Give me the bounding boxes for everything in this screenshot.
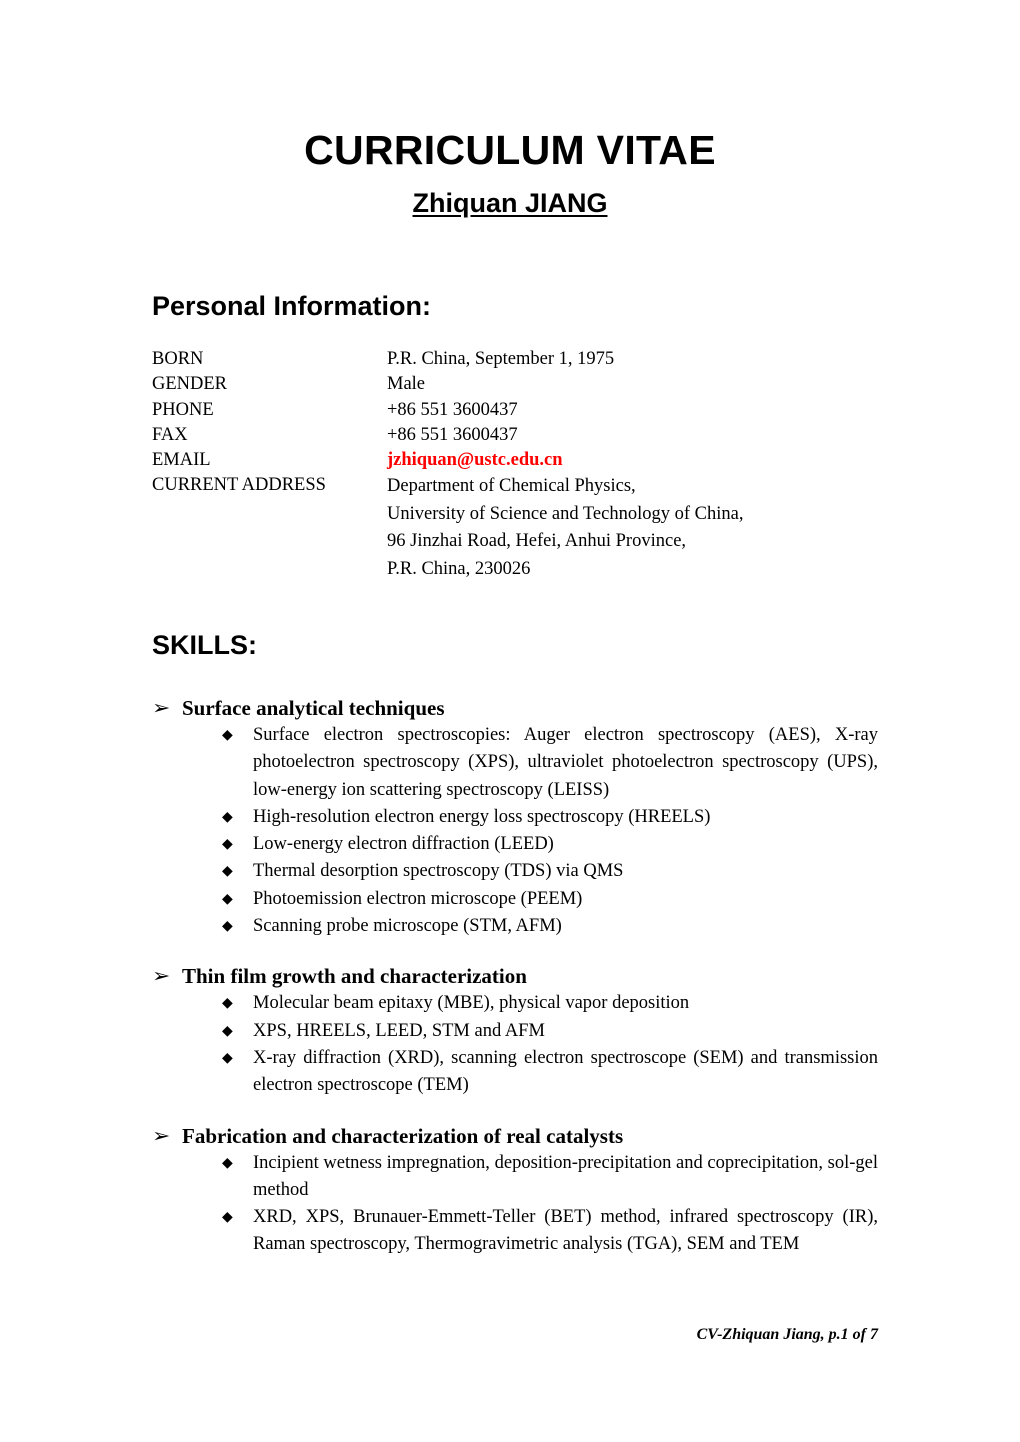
diamond-bullet-icon: ◆ [222, 995, 233, 1012]
list-item: ◆ Incipient wetness impregnation, deposi… [222, 1150, 878, 1205]
diamond-bullet-icon: ◆ [222, 863, 233, 880]
info-value-gender: Male [387, 374, 426, 395]
address-line: 96 Jinzhai Road, Hefei, Anhui Province, [387, 531, 687, 552]
skill-item-text: High-resolution electron energy loss spe… [253, 806, 711, 827]
info-label-current-address: CURRENT ADDRESS [152, 475, 326, 496]
cv-page: CURRICULUM VITAE Zhiquan JIANG Personal … [0, 0, 1020, 1442]
address-line: Department of Chemical Physics, [387, 476, 636, 497]
skill-group-heading: ➢ Surface analytical techniques [152, 694, 1020, 722]
list-item: ◆ XPS, HREELS, LEED, STM and AFM [222, 1018, 878, 1045]
info-value-current-address: Department of Chemical Physics, Universi… [387, 473, 852, 583]
skills-heading: SKILLS: [152, 630, 257, 660]
diamond-bullet-icon: ◆ [222, 1049, 233, 1066]
table-row: EMAIL jzhiquan@ustc.edu.cn [152, 448, 852, 473]
skill-item-text: X-ray diffraction (XRD), scanning electr… [253, 1047, 878, 1096]
list-item: ◆ Molecular beam epitaxy (MBE), physical… [222, 990, 878, 1017]
skill-item-list: ◆ Incipient wetness impregnation, deposi… [0, 1150, 1020, 1259]
arrow-bullet-icon: ➢ [152, 1124, 171, 1147]
list-item: ◆ Low-energy electron diffraction (LEED) [222, 831, 878, 858]
list-item: ◆ XRD, XPS, Brunauer-Emmett-Teller (BET)… [222, 1204, 878, 1259]
skill-item-text: Molecular beam epitaxy (MBE), physical v… [253, 993, 690, 1014]
personal-information-table: BORN P.R. China, September 1, 1975 GENDE… [152, 347, 852, 583]
email-address-link[interactable]: jzhiquan@ustc.edu.cn [387, 448, 852, 473]
address-line: P.R. China, 230026 [387, 558, 531, 579]
skill-group-label: Fabrication and characterization of real… [182, 1123, 624, 1148]
skill-item-text: Photoemission electron microscope (PEEM) [253, 888, 583, 909]
document-title: CURRICULUM VITAE [304, 127, 716, 173]
table-row: BORN P.R. China, September 1, 1975 [152, 347, 852, 372]
skill-item-text: Scanning probe microscope (STM, AFM) [253, 916, 562, 937]
diamond-bullet-icon: ◆ [222, 727, 233, 743]
list-item: ◆ Surface electron spectroscopies: Auger… [222, 722, 878, 804]
list-item: ◆ Photoemission electron microscope (PEE… [222, 886, 878, 913]
table-row: GENDER Male [152, 372, 852, 397]
info-label-email: EMAIL [152, 450, 211, 471]
list-item: ◆ Scanning probe microscope (STM, AFM) [222, 913, 878, 940]
skill-item-text: Surface electron spectroscopies: Auger e… [253, 725, 878, 800]
title-block: CURRICULUM VITAE Zhiquan JIANG [0, 126, 1020, 220]
diamond-bullet-icon: ◆ [222, 1022, 233, 1039]
info-label-gender: GENDER [152, 374, 228, 395]
skill-item-list: ◆ Molecular beam epitaxy (MBE), physical… [0, 990, 1020, 1099]
diamond-bullet-icon: ◆ [222, 836, 233, 853]
skill-group-label: Surface analytical techniques [182, 696, 445, 720]
list-item: ◆ X-ray diffraction (XRD), scanning elec… [222, 1045, 878, 1100]
info-value-fax: +86 551 3600437 [387, 424, 518, 445]
list-item: ◆ High-resolution electron energy loss s… [222, 804, 878, 831]
skill-item-text: XPS, HREELS, LEED, STM and AFM [253, 1020, 545, 1041]
info-label-born: BORN [152, 349, 204, 369]
info-value-phone: +86 551 3600437 [387, 399, 518, 420]
diamond-bullet-icon: ◆ [222, 808, 233, 825]
table-row: CURRENT ADDRESS Department of Chemical P… [152, 473, 852, 583]
page-footer: CV-Zhiquan Jiang, p.1 of 7 [696, 1326, 878, 1343]
skill-group-thin-film-growth-and-characterization: ➢ Thin film growth and characterization … [0, 962, 1020, 1099]
skill-group-heading: ➢ Thin film growth and characterization [152, 962, 1020, 990]
skill-group-label: Thin film growth and characterization [182, 964, 527, 989]
arrow-bullet-icon: ➢ [152, 697, 171, 719]
personal-information-heading: Personal Information: [152, 291, 432, 321]
address-line: University of Science and Technology of … [387, 503, 744, 524]
diamond-bullet-icon: ◆ [222, 918, 233, 935]
list-item: ◆ Thermal desorption spectroscopy (TDS) … [222, 858, 878, 885]
diamond-bullet-icon: ◆ [222, 890, 233, 907]
skill-group-heading: ➢ Fabrication and characterization of re… [152, 1122, 1020, 1150]
skill-item-text: Thermal desorption spectroscopy (TDS) vi… [253, 861, 624, 882]
table-row: FAX +86 551 3600437 [152, 423, 852, 448]
document-subtitle: Zhiquan JIANG [0, 186, 1020, 220]
skill-item-list: ◆ Surface electron spectroscopies: Auger… [0, 722, 1020, 940]
skill-item-text: Low-energy electron diffraction (LEED) [253, 834, 554, 855]
diamond-bullet-icon: ◆ [222, 1154, 233, 1171]
info-label-fax: FAX [152, 424, 188, 445]
info-value-born: P.R. China, September 1, 1975 [387, 349, 615, 369]
table-row: PHONE +86 551 3600437 [152, 398, 852, 423]
skill-group-fabrication-and-characterization-of-real-catalysts: ➢ Fabrication and characterization of re… [0, 1122, 1020, 1259]
diamond-bullet-icon: ◆ [222, 1209, 233, 1226]
document-subtitle-text: Zhiquan JIANG [412, 188, 608, 218]
info-label-phone: PHONE [152, 399, 214, 420]
skill-group-surface-analytical-techniques: ➢ Surface analytical techniques ◆ Surfac… [0, 694, 1020, 940]
skill-item-text: Incipient wetness impregnation, depositi… [253, 1152, 878, 1200]
personal-information-rows: BORN P.R. China, September 1, 1975 GENDE… [152, 347, 852, 583]
skill-item-text: XRD, XPS, Brunauer-Emmett-Teller (BET) m… [253, 1207, 878, 1255]
arrow-bullet-icon: ➢ [152, 965, 171, 988]
skills-body: ➢ Surface analytical techniques ◆ Surfac… [0, 694, 1020, 1259]
